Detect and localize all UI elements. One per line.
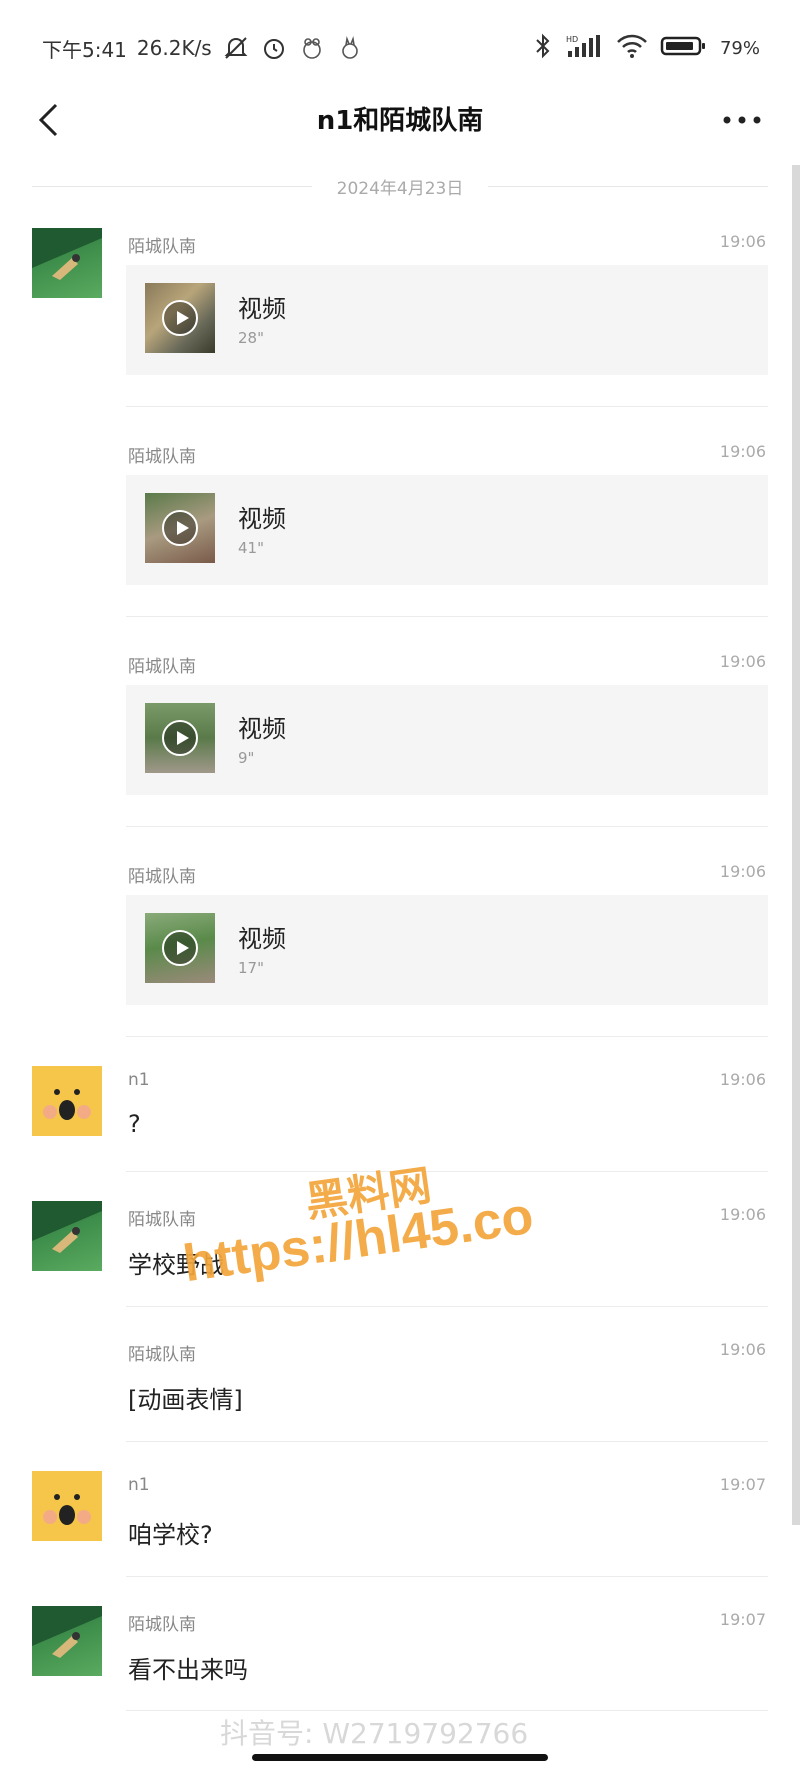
avatar[interactable] <box>32 1201 102 1271</box>
message-time: 19:06 <box>719 1070 766 1089</box>
cellular-signal-icon: HD <box>564 33 604 64</box>
app-notification-icon-2 <box>336 34 364 62</box>
divider-line <box>488 186 768 187</box>
message-text: 咱学校? <box>128 1521 213 1549</box>
bluetooth-icon <box>534 33 552 64</box>
avatar[interactable] <box>32 1471 102 1541</box>
status-time: 下午5:41 <box>42 37 127 62</box>
message-time: 19:06 <box>719 232 766 251</box>
video-title: 视频 <box>238 295 286 323</box>
svg-text:HD: HD <box>566 35 578 44</box>
message-divider <box>126 1036 768 1037</box>
sender-name: 陌城队南 <box>128 867 196 887</box>
play-icon <box>162 300 198 336</box>
more-horizontal-icon <box>723 116 761 124</box>
sender-name: n1 <box>128 1070 150 1090</box>
message-text: [动画表情] <box>128 1386 243 1414</box>
video-thumbnail <box>145 703 215 773</box>
chat-title: n1和陌城队南 <box>316 106 484 136</box>
video-message-card[interactable]: 视频 9" <box>126 685 768 795</box>
message-time: 19:07 <box>719 1475 766 1494</box>
battery-icon <box>660 33 708 64</box>
alarm-icon <box>260 34 288 62</box>
top-navigation: n1和陌城队南 <box>0 90 800 150</box>
video-message-card[interactable]: 视频 17" <box>126 895 768 1005</box>
message-divider <box>126 1306 768 1307</box>
video-title: 视频 <box>238 505 286 533</box>
mute-bell-icon <box>222 34 250 62</box>
play-icon <box>162 930 198 966</box>
video-duration: 9" <box>238 749 255 767</box>
message-time: 19:06 <box>719 862 766 881</box>
message-time: 19:06 <box>719 442 766 461</box>
avatar[interactable] <box>32 1606 102 1676</box>
wifi-icon <box>616 33 648 64</box>
video-duration: 28" <box>238 329 264 347</box>
video-thumbnail <box>145 913 215 983</box>
play-icon <box>162 510 198 546</box>
sender-name: n1 <box>128 1475 150 1495</box>
message-time: 19:06 <box>719 1205 766 1224</box>
sender-name: 陌城队南 <box>128 1210 196 1230</box>
video-message-card[interactable]: 视频 28" <box>126 265 768 375</box>
video-duration: 41" <box>238 539 264 557</box>
sender-name: 陌城队南 <box>128 657 196 677</box>
scrollbar[interactable] <box>792 165 800 1525</box>
sender-name: 陌城队南 <box>128 1345 196 1365</box>
play-icon <box>162 720 198 756</box>
avatar[interactable] <box>32 228 102 298</box>
message-divider <box>126 1710 768 1711</box>
message-divider <box>126 1576 768 1577</box>
message-time: 19:06 <box>719 652 766 671</box>
date-divider: 2024年4月23日 <box>32 172 768 202</box>
message-time: 19:07 <box>719 1610 766 1629</box>
battery-percent: 79% <box>719 37 760 59</box>
more-button[interactable] <box>720 104 764 136</box>
video-message-card[interactable]: 视频 41" <box>126 475 768 585</box>
video-title: 视频 <box>238 925 286 953</box>
message-text: ? <box>128 1110 141 1138</box>
network-speed: 26.2K/s <box>136 36 212 60</box>
status-bar: 下午5:41 26.2K/s HD 79% <box>0 0 800 90</box>
message-divider <box>126 406 768 407</box>
status-left: 下午5:41 26.2K/s <box>42 30 364 66</box>
message-divider <box>126 616 768 617</box>
message-divider <box>126 1171 768 1172</box>
status-right: HD 79% <box>534 30 760 66</box>
video-duration: 17" <box>238 959 264 977</box>
message-time: 19:06 <box>719 1340 766 1359</box>
avatar[interactable] <box>32 1066 102 1136</box>
sender-name: 陌城队南 <box>128 447 196 467</box>
message-divider <box>126 826 768 827</box>
sender-name: 陌城队南 <box>128 237 196 257</box>
video-thumbnail <box>145 283 215 353</box>
home-indicator[interactable] <box>252 1754 548 1761</box>
app-notification-icon <box>298 34 326 62</box>
sender-name: 陌城队南 <box>128 1615 196 1635</box>
video-title: 视频 <box>238 715 286 743</box>
message-text: 看不出来吗 <box>128 1656 248 1684</box>
video-thumbnail <box>145 493 215 563</box>
message-divider <box>126 1441 768 1442</box>
douyin-watermark: 抖音号: W2719792766 <box>220 1717 529 1750</box>
